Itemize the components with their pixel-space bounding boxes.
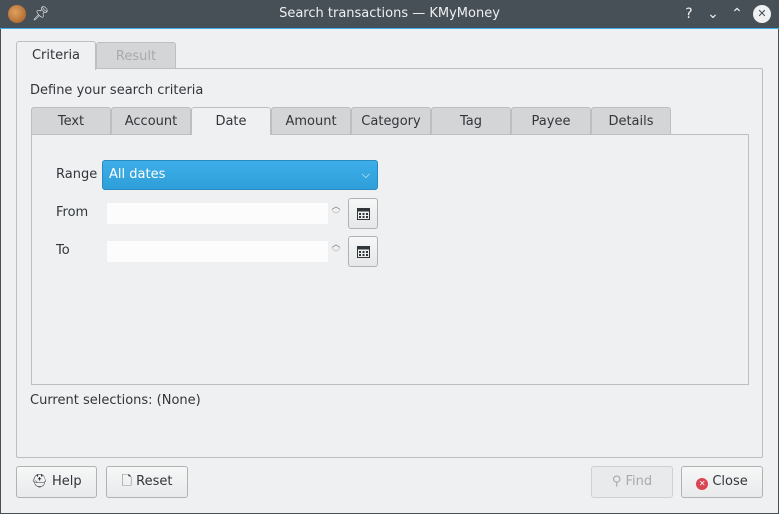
tab-tag[interactable]: Tag (431, 107, 511, 135)
to-spinner[interactable]: ︿ ﹀ (329, 241, 343, 259)
maximize-icon[interactable]: ⌃ (728, 5, 746, 23)
reset-label: Reset (136, 474, 173, 489)
calendar-icon (357, 246, 370, 258)
minimize-icon[interactable]: ⌄ (704, 5, 722, 23)
range-value: All dates (109, 167, 166, 182)
calendar-icon (357, 208, 370, 220)
to-calendar-button[interactable] (348, 236, 378, 267)
tab-result[interactable]: Result (96, 42, 176, 68)
help-button[interactable]: ⛑︎ Help (16, 466, 97, 498)
from-label: From (56, 205, 89, 220)
close-label: Close (712, 474, 748, 489)
close-button[interactable]: ✕ Close (681, 466, 763, 498)
range-label: Range (56, 167, 98, 182)
tab-category[interactable]: Category (351, 107, 431, 135)
range-select[interactable]: All dates ⌵ (102, 160, 378, 190)
close-window-icon[interactable]: ✕ (753, 5, 771, 23)
tab-text[interactable]: Text (31, 107, 111, 135)
reset-button[interactable]: 🗋︎ Reset (106, 466, 188, 498)
lifebuoy-icon: ⛑︎ (31, 474, 48, 489)
document-revert-icon: 🗋︎ (121, 474, 132, 489)
from-date-input[interactable] (107, 203, 328, 224)
find-label: Find (625, 474, 653, 489)
to-label: To (56, 243, 70, 258)
title-bar: 📌︎ Search transactions — KMyMoney ? ⌄ ⌃ … (0, 0, 779, 29)
tab-details[interactable]: Details (591, 107, 671, 135)
find-button[interactable]: ⚲ Find (591, 466, 673, 498)
tab-payee[interactable]: Payee (511, 107, 591, 135)
tab-criteria[interactable]: Criteria (16, 41, 96, 70)
to-date-input[interactable] (107, 241, 328, 262)
from-calendar-button[interactable] (348, 198, 378, 229)
from-spinner[interactable]: ︿ ﹀ (329, 203, 343, 221)
help-label: Help (52, 474, 82, 489)
criteria-heading: Define your search criteria (30, 83, 204, 98)
search-icon: ⚲ (611, 474, 622, 489)
tab-amount[interactable]: Amount (271, 107, 351, 135)
close-icon: ✕ (696, 478, 709, 490)
current-selections: Current selections: (None) (30, 393, 201, 408)
window-title: Search transactions — KMyMoney (279, 6, 500, 21)
help-icon[interactable]: ? (680, 5, 698, 23)
tab-date[interactable]: Date (191, 107, 271, 135)
chevron-down-icon: ⌵ (361, 168, 370, 181)
tab-account[interactable]: Account (111, 107, 191, 135)
